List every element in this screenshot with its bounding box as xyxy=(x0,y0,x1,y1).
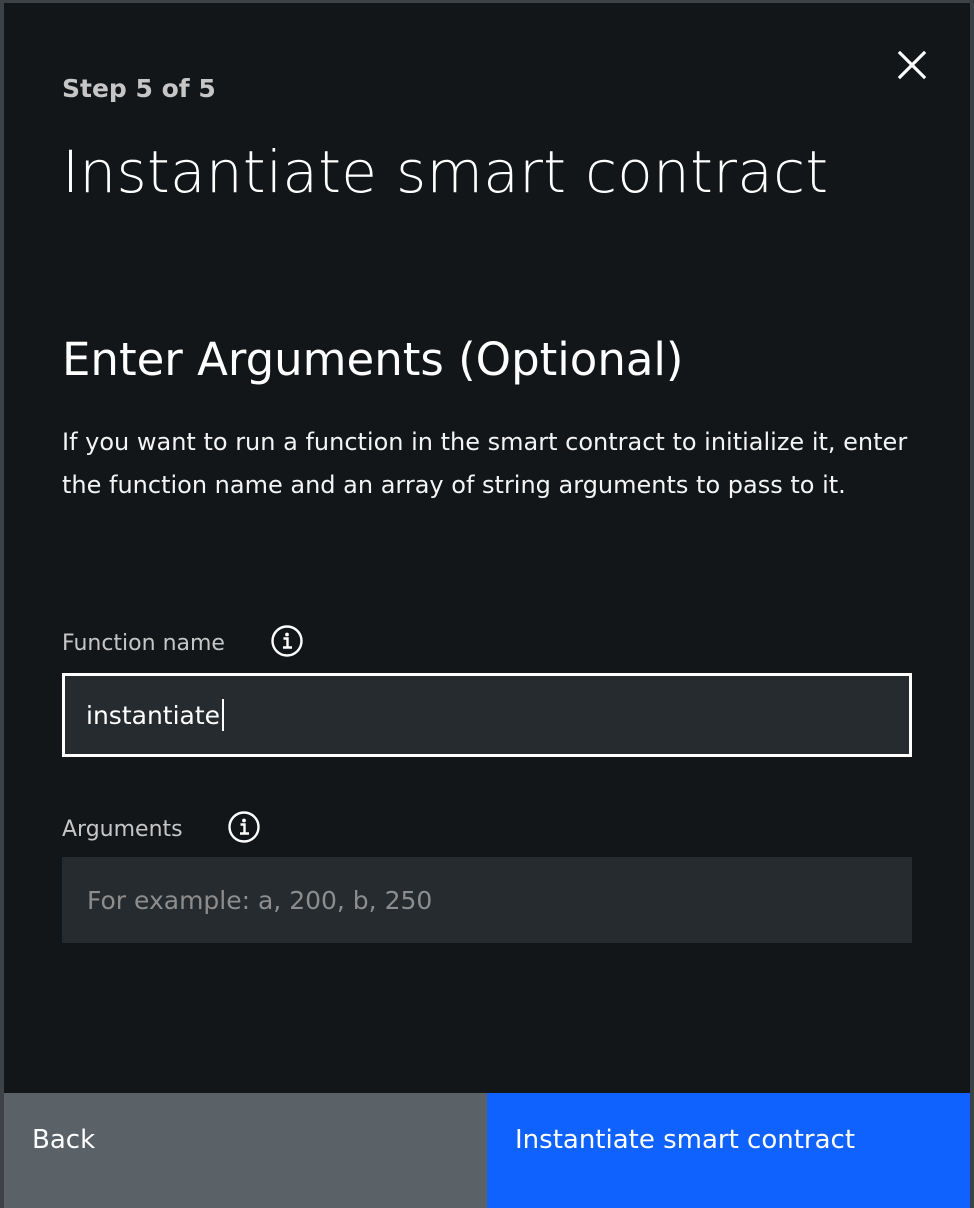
section-description: If you want to run a function in the sma… xyxy=(62,428,908,499)
back-button-label: Back xyxy=(32,1125,96,1155)
instantiate-modal: Step 5 of 5 Instantiate smart contract E… xyxy=(0,0,974,1208)
instantiate-button[interactable]: Instantiate smart contract xyxy=(487,1093,970,1208)
info-icon xyxy=(228,811,260,843)
modal-footer: Back Instantiate smart contract xyxy=(4,1093,970,1208)
close-icon xyxy=(897,50,927,80)
back-button[interactable]: Back xyxy=(4,1093,487,1208)
arguments-input[interactable] xyxy=(62,857,912,943)
close-button[interactable] xyxy=(892,45,932,85)
info-icon xyxy=(271,625,303,657)
function-name-input[interactable]: instantiate xyxy=(62,673,912,757)
text-cursor xyxy=(222,699,225,731)
modal-title: Instantiate smart contract xyxy=(62,138,829,206)
function-name-info-button[interactable] xyxy=(270,624,304,658)
section-heading: Enter Arguments (Optional) xyxy=(62,333,684,386)
arguments-info-button[interactable] xyxy=(227,810,261,844)
step-indicator: Step 5 of 5 xyxy=(62,74,216,103)
function-name-label: Function name xyxy=(62,631,225,656)
function-name-value: instantiate xyxy=(86,700,221,730)
arguments-label: Arguments xyxy=(62,817,183,842)
instantiate-button-label: Instantiate smart contract xyxy=(515,1125,856,1155)
